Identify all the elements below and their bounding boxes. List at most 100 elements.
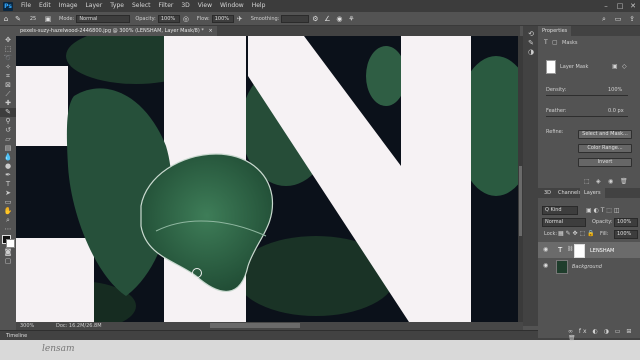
screen-mode-icon[interactable]: ▢ xyxy=(0,257,16,266)
more-tools-icon[interactable]: ⋯ xyxy=(0,225,16,234)
letter-h-left-bottom xyxy=(16,238,94,322)
brush-tool-icon[interactable]: ✎ xyxy=(14,15,22,23)
load-selection-icon[interactable]: ⬚ xyxy=(584,178,590,185)
hand-tool-icon[interactable]: ✋ xyxy=(0,207,16,216)
menu-view[interactable]: View xyxy=(194,0,216,12)
fill-field[interactable]: 100% xyxy=(614,230,638,239)
type-tool-icon[interactable]: T xyxy=(0,180,16,189)
layers-opacity-field[interactable]: 100% xyxy=(614,218,638,227)
vertical-scroll-thumb[interactable] xyxy=(519,166,522,236)
feather-slider[interactable] xyxy=(546,116,628,117)
share-icon[interactable]: ⇪ xyxy=(628,15,636,23)
tab-layers[interactable]: Layers xyxy=(580,188,605,198)
horizontal-scroll-thumb[interactable] xyxy=(210,323,300,328)
tab-properties[interactable]: Properties xyxy=(538,26,572,36)
opacity-field[interactable]: 100% xyxy=(157,14,180,23)
menu-3d[interactable]: 3D xyxy=(177,0,193,12)
close-tab-icon[interactable]: × xyxy=(208,28,212,34)
density-slider[interactable] xyxy=(546,95,628,96)
layer-row-background[interactable]: ◉ Background xyxy=(538,258,640,274)
gradient-tool-icon[interactable]: ▤ xyxy=(0,144,16,153)
menu-window[interactable]: Window xyxy=(216,0,248,12)
history-panel-icon[interactable]: ⟲ xyxy=(523,30,539,39)
path-select-tool-icon[interactable]: ➤ xyxy=(0,189,16,198)
brush-panel-icon[interactable]: ✎ xyxy=(523,39,539,48)
minimize-icon[interactable]: – xyxy=(600,0,612,12)
move-tool-icon[interactable]: ✥ xyxy=(0,36,16,45)
marquee-tool-icon[interactable]: ⬚ xyxy=(0,45,16,54)
clone-stamp-tool-icon[interactable]: ⚲ xyxy=(0,117,16,126)
filter-icons[interactable]: ▣ ◐ T ⬚ ◫ xyxy=(586,207,620,214)
zoom-level[interactable]: 300% xyxy=(20,323,34,329)
eraser-tool-icon[interactable]: ▱ xyxy=(0,135,16,144)
brush-settings-icon[interactable]: ▣ xyxy=(44,15,52,23)
menu-help[interactable]: Help xyxy=(248,0,270,12)
apply-mask-icon[interactable]: ◈ xyxy=(596,178,601,185)
crop-tool-icon[interactable]: ⌗ xyxy=(0,72,16,81)
tab-3d[interactable]: 3D xyxy=(540,188,555,198)
adjustments-panel-icon[interactable]: ◑ xyxy=(523,48,539,57)
mode-dropdown[interactable]: Normal xyxy=(76,14,131,23)
menu-layer[interactable]: Layer xyxy=(81,0,106,12)
lasso-tool-icon[interactable]: ➰ xyxy=(0,54,16,63)
healing-brush-tool-icon[interactable]: ✚ xyxy=(0,99,16,108)
brush-size-picker[interactable]: 25 xyxy=(26,15,40,23)
frame-tool-icon[interactable]: ⊠ xyxy=(0,81,16,90)
eyedropper-tool-icon[interactable]: ⟋ xyxy=(0,90,16,99)
chain-link-icon[interactable]: ⛓ xyxy=(567,246,573,252)
layer-action-icons[interactable]: ∞ fx ◐ ◑ ▭ ⊞ 🗑 xyxy=(568,328,640,342)
disable-mask-icon[interactable]: ◉ xyxy=(608,178,613,185)
mask-thumbnail[interactable] xyxy=(546,60,556,74)
maximize-icon[interactable]: □ xyxy=(614,0,626,12)
layer-row-lensham[interactable]: ◉ T ⛓ LENSHAM xyxy=(538,242,640,258)
flow-field[interactable]: 100% xyxy=(211,14,234,23)
background-color-swatch[interactable] xyxy=(6,239,15,248)
select-and-mask-button[interactable]: Select and Mask... xyxy=(578,130,632,139)
brush-tool-icon[interactable]: ✎ xyxy=(0,108,16,117)
angle-icon[interactable]: ∠ xyxy=(323,15,331,23)
airbrush-icon[interactable]: ✈ xyxy=(236,15,244,23)
invert-button[interactable]: Invert xyxy=(578,158,632,167)
workspace-icon[interactable]: ▭ xyxy=(614,15,622,23)
menu-select[interactable]: Select xyxy=(128,0,155,12)
menu-filter[interactable]: Filter xyxy=(155,0,178,12)
visibility-eye-icon[interactable]: ◉ xyxy=(543,262,548,269)
zoom-tool-icon[interactable]: ⌕ xyxy=(0,216,16,225)
menu-type[interactable]: Type xyxy=(106,0,128,12)
blur-tool-icon[interactable]: 💧 xyxy=(0,153,16,162)
feather-value[interactable]: 0.0 px xyxy=(608,108,624,114)
density-value[interactable]: 100% xyxy=(608,87,622,93)
document-canvas[interactable] xyxy=(16,36,518,322)
document-tab[interactable]: pexels-suzy-hazelwood-2446800.jpg @ 300%… xyxy=(16,26,217,36)
color-range-button[interactable]: Color Range... xyxy=(578,144,632,153)
shape-tool-icon[interactable]: ▭ xyxy=(0,198,16,207)
close-icon[interactable]: ✕ xyxy=(627,0,639,12)
layer-kind-filter[interactable]: Q Kind xyxy=(542,206,578,215)
smoothing-field[interactable] xyxy=(281,14,310,23)
layer-mask-thumbnail[interactable] xyxy=(574,244,585,258)
quick-mask-icon[interactable]: ◙ xyxy=(0,248,16,257)
lower-banner: lensam xyxy=(0,340,640,360)
quick-select-tool-icon[interactable]: ✧ xyxy=(0,63,16,72)
search-icon[interactable]: ⌕ xyxy=(600,15,608,23)
pressure-opacity-icon[interactable]: ◎ xyxy=(182,15,190,23)
color-swatches[interactable] xyxy=(0,234,16,248)
opacity-label: Opacity: xyxy=(135,15,156,22)
menu-file[interactable]: File xyxy=(17,0,35,12)
timeline-tab[interactable]: Timeline xyxy=(6,333,27,339)
history-brush-tool-icon[interactable]: ↺ xyxy=(0,126,16,135)
vector-mask-icon[interactable]: ◇ xyxy=(622,63,627,70)
symmetry-icon[interactable]: ⚘ xyxy=(347,15,355,23)
menu-image[interactable]: Image xyxy=(55,0,82,12)
menu-edit[interactable]: Edit xyxy=(35,0,55,12)
dodge-tool-icon[interactable]: ● xyxy=(0,162,16,171)
blend-mode-dropdown[interactable]: Normal xyxy=(542,218,586,227)
delete-mask-icon[interactable]: 🗑 xyxy=(620,178,628,185)
pressure-size-icon[interactable]: ◉ xyxy=(335,15,343,23)
lock-icons[interactable]: ▦ ✎ ✥ ⬚ 🔒 xyxy=(558,230,595,237)
home-icon[interactable]: ⌂ xyxy=(2,15,10,23)
smoothing-settings-icon[interactable]: ⚙ xyxy=(311,15,319,23)
pixel-mask-icon[interactable]: ▣ xyxy=(612,63,618,70)
pen-tool-icon[interactable]: ✒ xyxy=(0,171,16,180)
visibility-eye-icon[interactable]: ◉ xyxy=(543,246,548,253)
